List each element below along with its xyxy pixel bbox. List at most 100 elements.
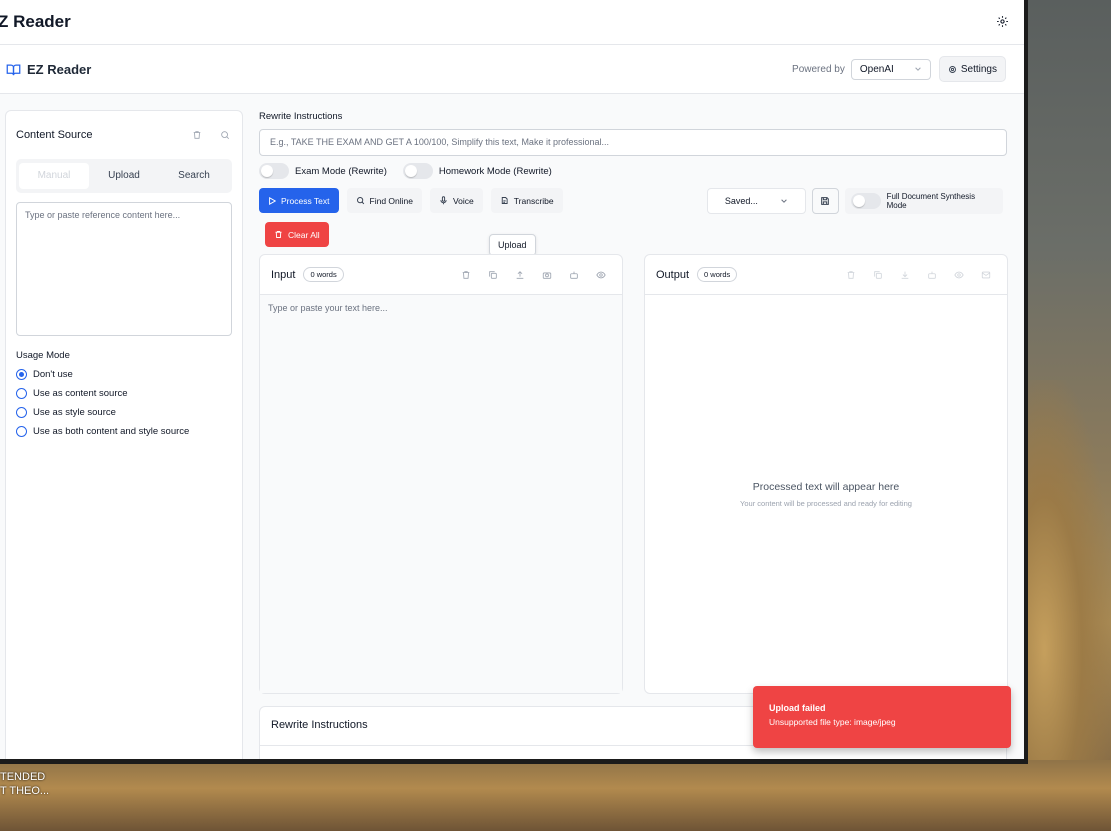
content-source-panel: Content Source Manual Upload Search Type…: [5, 110, 243, 759]
content-source-tabs: Manual Upload Search: [16, 159, 232, 193]
homework-mode-toggle[interactable]: Homework Mode (Rewrite): [402, 163, 552, 179]
find-online-label: Find Online: [369, 195, 413, 206]
full-document-synthesis-label: Full Document Synthesis Mode: [886, 192, 976, 210]
tab-upload[interactable]: Upload: [89, 163, 159, 189]
settings-button[interactable]: Settings: [938, 56, 1006, 82]
reference-content-textarea[interactable]: Type or paste reference content here...: [16, 202, 232, 336]
output-empty-state: Processed text will appear here Your con…: [645, 481, 1007, 508]
exam-mode-toggle[interactable]: Exam Mode (Rewrite): [259, 163, 387, 179]
eye-icon[interactable]: [596, 270, 606, 280]
process-text-button[interactable]: Process Text: [259, 188, 339, 213]
microphone-icon: [439, 196, 448, 205]
chevron-down-icon: [914, 65, 922, 73]
download-icon[interactable]: [900, 270, 910, 280]
save-button[interactable]: [811, 188, 839, 214]
clear-all-label: Clear All: [288, 229, 320, 240]
transcribe-label: Transcribe: [513, 195, 554, 206]
rewrite-instructions-panel-title: Rewrite Instructions: [271, 719, 368, 731]
reference-placeholder: Type or paste reference content here...: [25, 210, 181, 220]
clear-all-button[interactable]: Clear All: [265, 222, 329, 247]
robot-icon[interactable]: [569, 270, 579, 280]
desktop-background-bottom: [0, 760, 1111, 831]
error-toast[interactable]: Upload failed Unsupported file type: ima…: [753, 686, 1011, 748]
saved-value: Saved...: [724, 196, 758, 206]
full-document-synthesis-toggle[interactable]: Full Document Synthesis Mode: [844, 188, 1003, 214]
powered-by-label: Powered by: [792, 63, 845, 75]
usage-option-label: Use as style source: [33, 407, 116, 418]
desktop-icon-label[interactable]: TENDED T THEO...: [0, 770, 49, 798]
toggle-switch[interactable]: [850, 193, 881, 209]
radio-icon: [16, 426, 27, 437]
input-panel-actions: [461, 270, 606, 280]
output-panel-header: Output 0 words: [645, 255, 1007, 295]
trash-icon[interactable]: [461, 270, 471, 280]
provider-select[interactable]: OpenAI: [850, 58, 931, 80]
transcribe-button[interactable]: Transcribe: [490, 188, 563, 213]
tab-search[interactable]: Search: [159, 163, 229, 189]
book-icon: [6, 63, 21, 76]
provider-value: OpenAI: [859, 63, 894, 75]
input-panel: Input 0 words Type or paste your text he…: [259, 254, 623, 694]
robot-icon[interactable]: [927, 270, 937, 280]
copy-icon[interactable]: [873, 270, 883, 280]
input-panel-header: Input 0 words: [260, 255, 622, 295]
camera-icon[interactable]: [542, 270, 552, 280]
output-panel-actions: [846, 270, 991, 280]
usage-option-content[interactable]: Use as content source: [16, 384, 232, 403]
gear-icon[interactable]: [996, 15, 1010, 29]
gear-icon: [948, 65, 957, 74]
output-title: Output: [656, 268, 690, 281]
input-placeholder: Type or paste your text here...: [268, 303, 388, 313]
voice-button[interactable]: Voice: [429, 188, 483, 213]
mode-toggles: Exam Mode (Rewrite) Homework Mode (Rewri…: [259, 163, 552, 179]
usage-mode-label: Usage Mode: [16, 350, 70, 361]
settings-label: Settings: [960, 63, 997, 75]
upload-icon[interactable]: [515, 270, 525, 280]
output-word-count: 0 words: [697, 267, 738, 282]
input-word-count: 0 words: [303, 267, 344, 282]
save-controls: Saved... Full Document Synthesis Mode: [707, 188, 1003, 214]
search-icon[interactable]: [220, 130, 230, 140]
output-placeholder-sub: Your content will be processed and ready…: [740, 499, 912, 508]
toast-title: Upload failed: [769, 703, 826, 713]
trash-icon[interactable]: [846, 270, 856, 280]
desktop-text-line-2: T THEO...: [0, 785, 50, 797]
output-placeholder-main: Processed text will appear here: [752, 481, 900, 493]
toast-message: Unsupported file type: image/jpeg: [769, 717, 896, 727]
saved-select[interactable]: Saved...: [707, 188, 806, 214]
app-header: EZ Reader Powered by OpenAI Settings: [0, 45, 1024, 94]
usage-option-label: Use as both content and style source: [33, 426, 190, 437]
output-panel: Output 0 words Processed text will appea…: [644, 254, 1008, 694]
content-source-actions: [192, 130, 230, 140]
output-area[interactable]: Processed text will appear here Your con…: [645, 295, 1007, 693]
desktop-text-line-1: TENDED: [0, 771, 46, 783]
input-textarea[interactable]: Type or paste your text here...: [260, 295, 622, 693]
chevron-down-icon: [780, 197, 788, 205]
usage-option-label: Use as content source: [33, 388, 128, 399]
mail-icon[interactable]: [981, 270, 991, 280]
window-title: Z Reader: [0, 12, 71, 31]
trash-icon[interactable]: [192, 130, 202, 140]
tab-manual[interactable]: Manual: [19, 163, 89, 189]
app-window: Z Reader EZ Reader Powered by OpenAI Set…: [0, 0, 1028, 764]
search-icon: [356, 196, 365, 205]
transcribe-icon: [500, 196, 509, 205]
usage-option-dont-use[interactable]: Don't use: [16, 365, 232, 384]
toggle-switch[interactable]: [259, 163, 289, 179]
input-title: Input: [271, 268, 296, 281]
eye-icon[interactable]: [954, 270, 964, 280]
radio-selected-icon: [16, 369, 27, 380]
brand[interactable]: EZ Reader: [6, 62, 91, 77]
brand-name: EZ Reader: [27, 61, 92, 77]
rewrite-instructions-input[interactable]: E.g., TAKE THE EXAM AND GET A 100/100, S…: [259, 129, 1007, 156]
rewrite-placeholder: E.g., TAKE THE EXAM AND GET A 100/100, S…: [270, 137, 609, 147]
usage-option-both[interactable]: Use as both content and style source: [16, 422, 232, 441]
toggle-switch[interactable]: [402, 163, 433, 179]
radio-icon: [16, 407, 27, 418]
rewrite-instructions-label: Rewrite Instructions: [259, 111, 343, 122]
usage-option-style[interactable]: Use as style source: [16, 403, 232, 422]
voice-label: Voice: [452, 195, 474, 206]
homework-mode-label: Homework Mode (Rewrite): [438, 165, 552, 177]
find-online-button[interactable]: Find Online: [346, 188, 422, 213]
copy-icon[interactable]: [488, 270, 498, 280]
